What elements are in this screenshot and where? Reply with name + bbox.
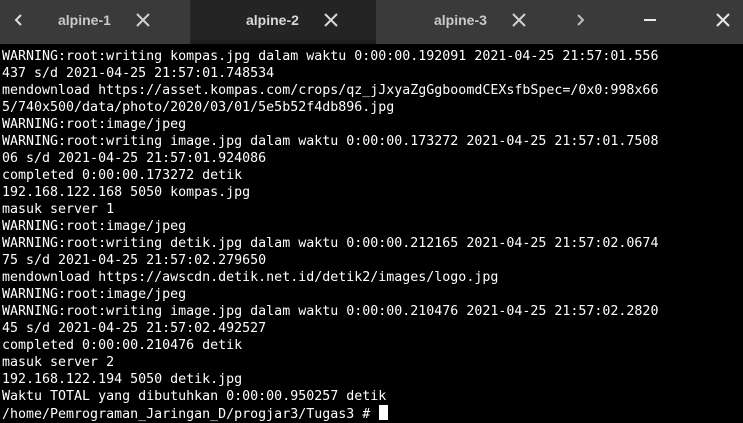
chevron-left-icon [14,14,22,26]
shell-prompt: /home/Pemrograman_Jaringan_D/progjar3/Tu… [2,407,379,422]
terminal-line: WARNING:root:writing kompas.jpg dalam wa… [2,49,659,64]
tab-label: alpine-2 [246,12,299,28]
window-close-button[interactable] [703,0,743,40]
tab-label: alpine-3 [434,12,487,28]
terminal-line: completed 0:00:00.210476 detik [2,338,243,353]
terminal-line: WARNING:root:writing image.jpg dalam wak… [2,304,659,319]
terminal-prompt-line[interactable]: /home/Pemrograman_Jaringan_D/progjar3/Tu… [2,405,658,422]
terminal-line: 5/740x500/data/photo/2020/03/01/5e5b52f4… [2,100,395,115]
chevron-right-icon [577,14,585,26]
terminal-line: masuk server 1 [2,202,115,217]
terminal-line: WARNING:root:writing detik.jpg dalam wak… [2,236,659,251]
tab-label: alpine-1 [58,12,111,28]
terminal-line: WARNING:root:writing image.jpg dalam wak… [2,134,659,149]
tab-alpine-2[interactable]: alpine-2 [190,0,376,40]
terminal-line: 437 s/d 2021-04-25 21:57:01.748534 [2,66,275,81]
minimize-icon [644,19,656,21]
scroll-tabs-left-button[interactable] [0,0,38,40]
terminal-line: WARNING:root:image/jpeg [2,117,187,132]
terminal-lines: WARNING:root:writing kompas.jpg dalam wa… [2,48,658,422]
terminal-line: WARNING:root:image/jpeg [2,219,187,234]
terminal-line: mendownload https://asset.kompas.com/cro… [2,83,659,98]
terminal-line: 75 s/d 2021-04-25 21:57:02.279650 [2,253,267,268]
text-cursor [379,405,389,420]
terminal-line: masuk server 2 [2,355,115,370]
close-icon [716,13,730,27]
minimize-button[interactable] [630,0,670,40]
terminal-line: 192.168.122.168 5050 kompas.jpg [2,185,251,200]
terminal-line: 06 s/d 2021-04-25 21:57:01.924086 [2,151,267,166]
close-icon[interactable] [510,11,528,29]
terminal-line: mendownload https://awscdn.detik.net.id/… [2,270,499,285]
tab-bar: alpine-1 alpine-2 alpine-3 [0,0,743,44]
close-icon[interactable] [322,11,340,29]
terminal-line: WARNING:root:image/jpeg [2,287,187,302]
tab-alpine-1[interactable]: alpine-1 [38,0,190,40]
terminal-line: 45 s/d 2021-04-25 21:57:02.492527 [2,321,267,336]
terminal-line: completed 0:00:00.173272 detik [2,168,243,183]
terminal-output[interactable]: WARNING:root:writing kompas.jpg dalam wa… [0,44,743,423]
scroll-tabs-right-button[interactable] [561,0,599,40]
tab-alpine-3[interactable]: alpine-3 [376,0,561,40]
terminal-line: 192.168.122.194 5050 detik.jpg [2,372,243,387]
terminal-line: Waktu TOTAL yang dibutuhkan 0:00:00.9502… [2,389,387,404]
close-icon[interactable] [134,11,152,29]
